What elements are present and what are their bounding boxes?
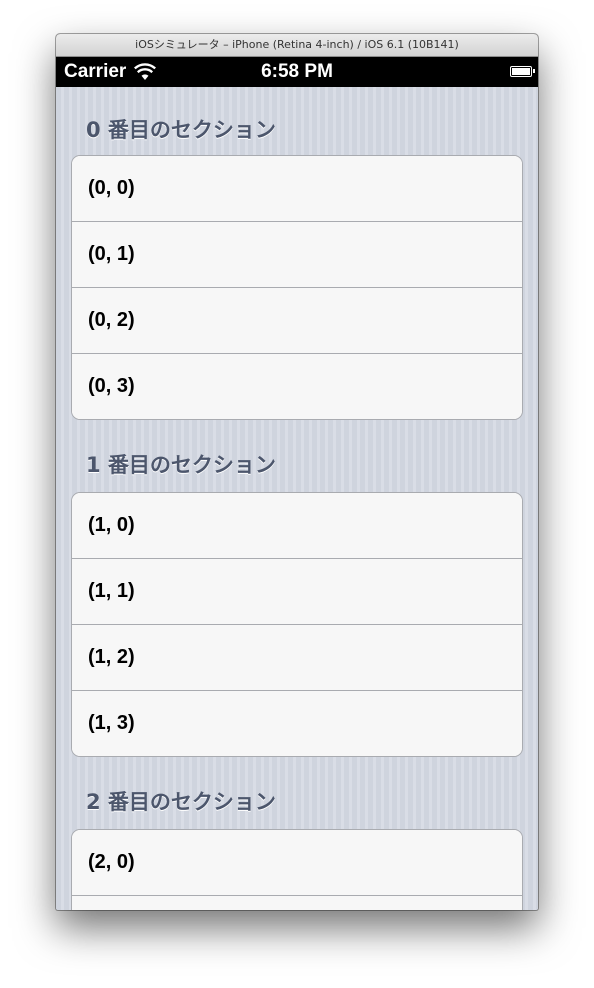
table-row[interactable]: (1, 0) (72, 493, 522, 559)
table-section: 2 番目のセクション (2, 0) (56, 757, 538, 910)
section-header: 0 番目のセクション (86, 118, 276, 142)
table-row[interactable]: (1, 3) (72, 691, 522, 756)
table-row[interactable]: (0, 0) (72, 156, 522, 222)
table-section: 0 番目のセクション (0, 0) (0, 1) (0, 2) (0, 3) (56, 87, 538, 420)
table-row[interactable]: (2, 0) (72, 830, 522, 896)
section-group: (2, 0) (71, 829, 523, 910)
simulator-window: iOSシミュレータ – iPhone (Retina 4-inch) / iOS… (56, 34, 538, 910)
status-time: 6:58 PM (261, 61, 333, 82)
table-row[interactable]: (0, 3) (72, 354, 522, 419)
section-header: 2 番目のセクション (86, 790, 276, 814)
section-group: (1, 0) (1, 1) (1, 2) (1, 3) (71, 492, 523, 757)
status-bar: Carrier 6:58 PM (56, 57, 538, 87)
table-section: 1 番目のセクション (1, 0) (1, 1) (1, 2) (1, 3) (56, 420, 538, 757)
table-row[interactable]: (0, 2) (72, 288, 522, 354)
grouped-table-view[interactable]: 0 番目のセクション (0, 0) (0, 1) (0, 2) (0, 3) 1… (56, 87, 538, 910)
section-group: (0, 0) (0, 1) (0, 2) (0, 3) (71, 155, 523, 420)
battery-icon (510, 66, 535, 77)
table-row[interactable] (72, 896, 522, 910)
section-header: 1 番目のセクション (86, 453, 276, 477)
table-row[interactable]: (1, 1) (72, 559, 522, 625)
window-title: iOSシミュレータ – iPhone (Retina 4-inch) / iOS… (56, 34, 538, 57)
table-row[interactable]: (1, 2) (72, 625, 522, 691)
table-row[interactable]: (0, 1) (72, 222, 522, 288)
